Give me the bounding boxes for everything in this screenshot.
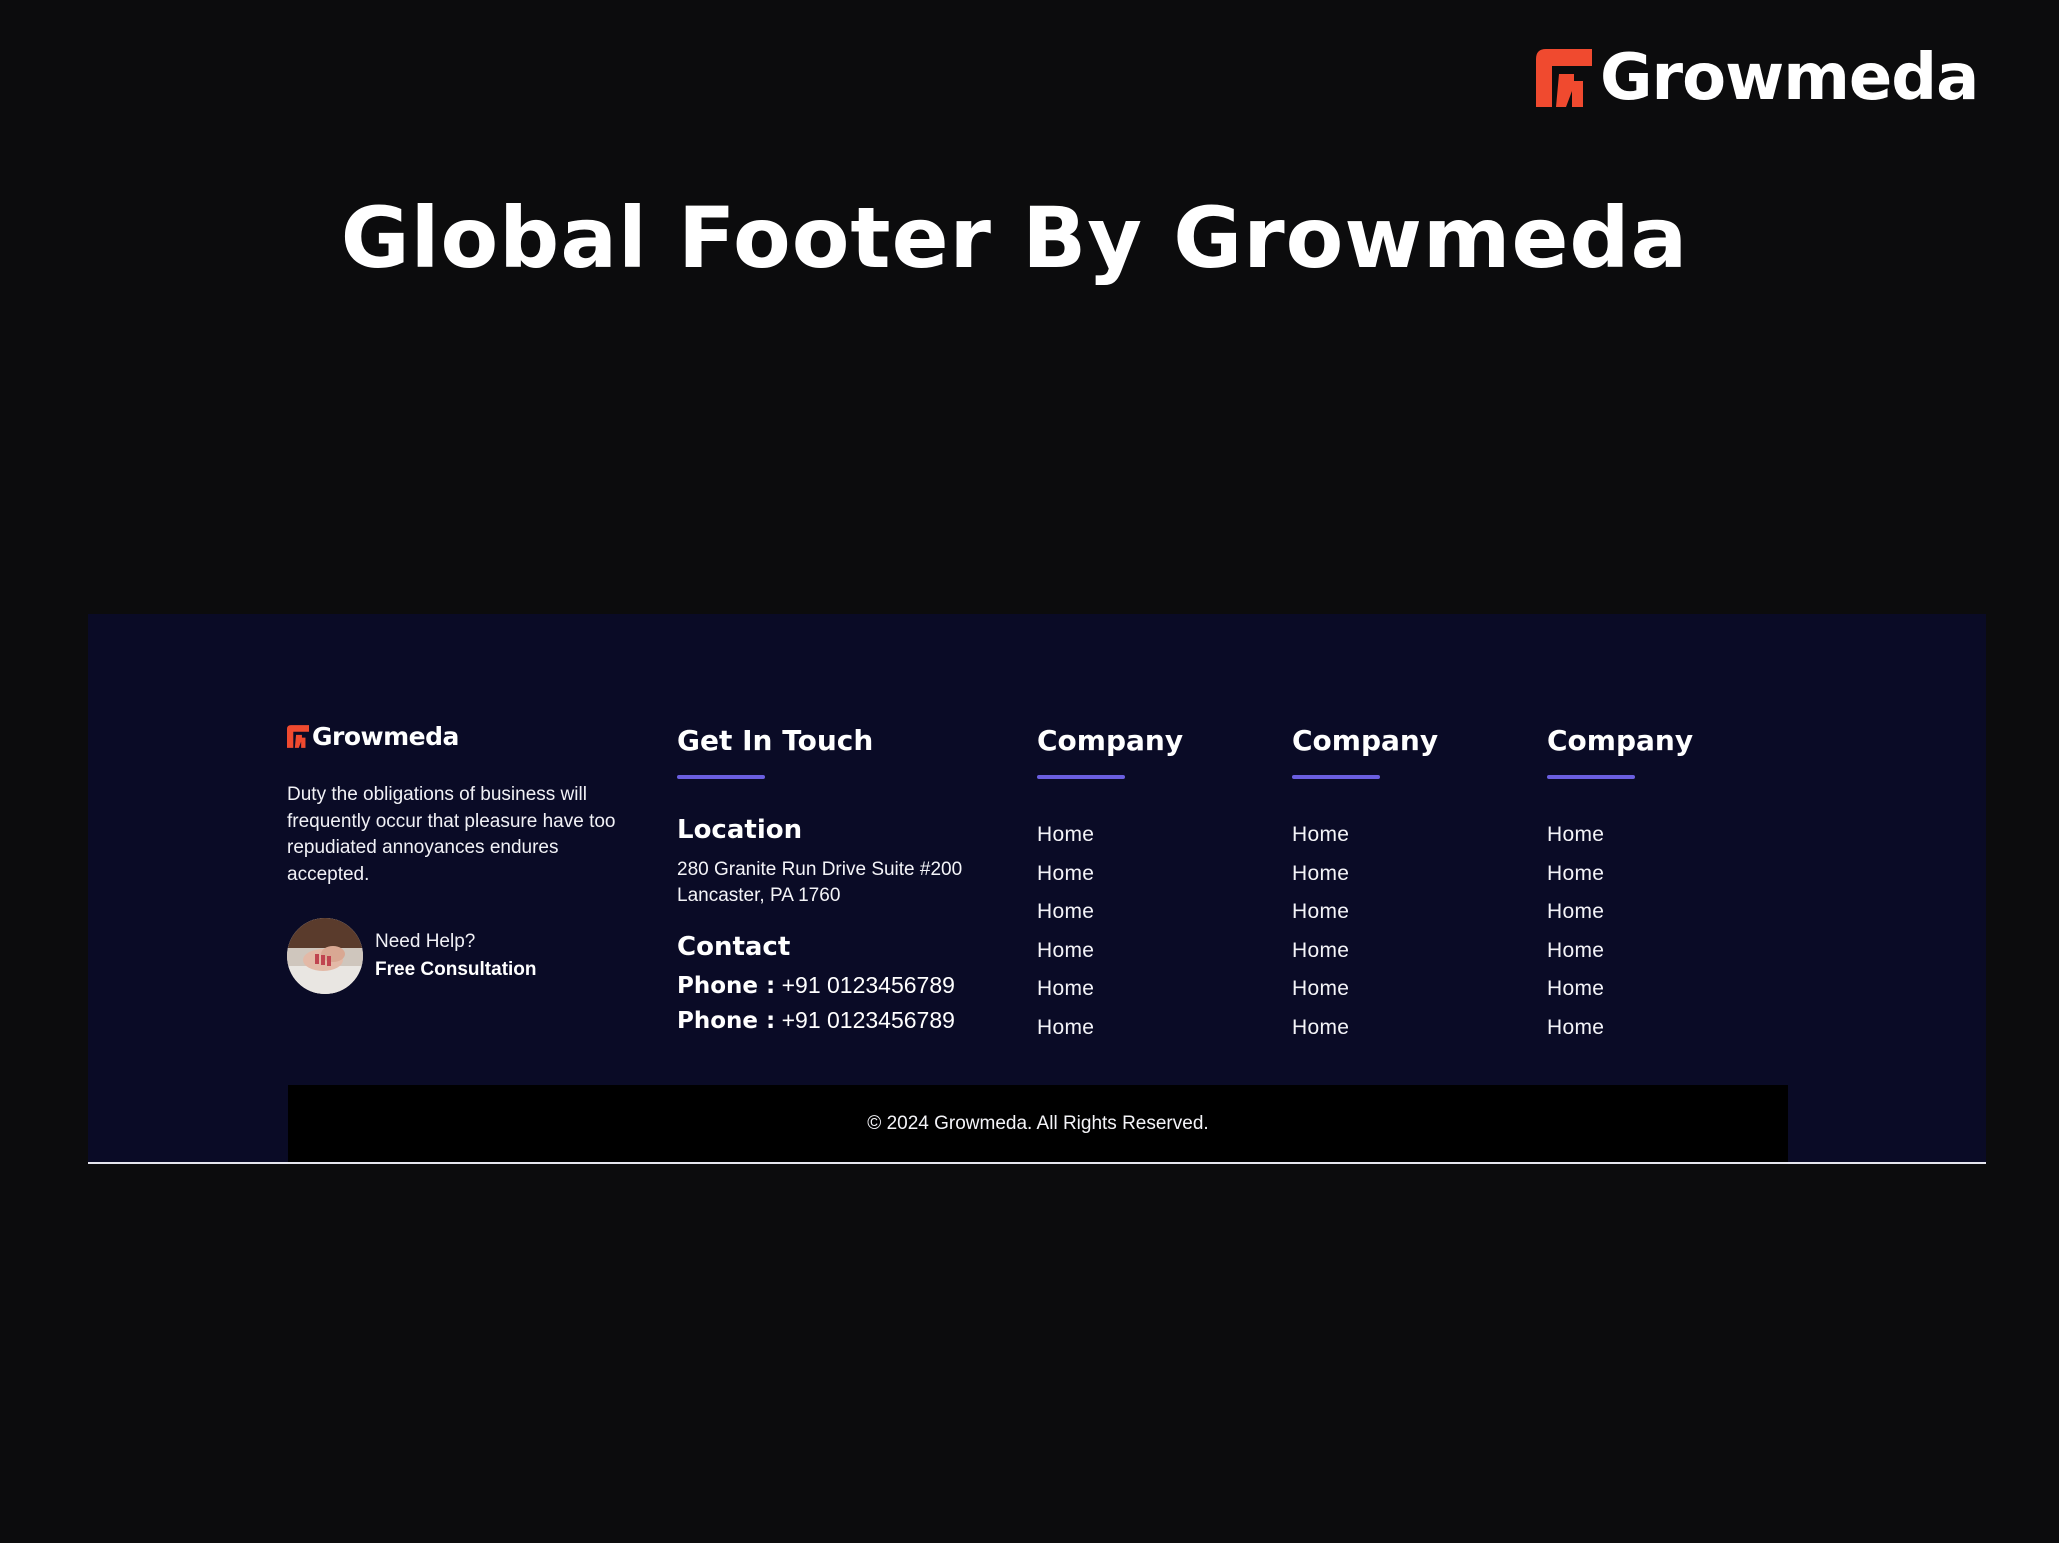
footer-link-home[interactable]: Home — [1292, 816, 1438, 855]
footer-link-list: Home Home Home Home Home Home — [1037, 816, 1183, 1047]
company-heading: Company — [1037, 724, 1184, 757]
page-title: Global Footer By Growmeda — [340, 189, 1689, 287]
footer-links-column: Company Home Home Home Home Home Home — [1292, 724, 1438, 1047]
footer-links-column: Company Home Home Home Home Home Home — [1547, 724, 1693, 1047]
location-heading: Location — [677, 815, 803, 845]
footer-link-home[interactable]: Home — [1292, 855, 1438, 894]
heading-underline — [1292, 775, 1380, 779]
footer-link-home[interactable]: Home — [1292, 932, 1438, 971]
page: Growmeda Global Footer By Growmeda Growm… — [0, 0, 2059, 1543]
growmeda-logo-icon — [1536, 49, 1592, 107]
footer-contact-column: Get In Touch Location 280 Granite Run Dr… — [677, 724, 1007, 1038]
footer-link-home[interactable]: Home — [1037, 855, 1183, 894]
footer-link-home[interactable]: Home — [1547, 932, 1693, 971]
avatar — [287, 918, 363, 994]
footer-link-home[interactable]: Home — [1292, 893, 1438, 932]
footer-link-home[interactable]: Home — [1037, 893, 1183, 932]
footer-link-home[interactable]: Home — [1037, 816, 1183, 855]
growmeda-logo-icon — [287, 725, 309, 748]
contact-heading: Contact — [677, 932, 791, 962]
footer-link-home[interactable]: Home — [1547, 893, 1693, 932]
phone-number[interactable]: +91 0123456789 — [782, 972, 955, 998]
footer-description: Duty the obligations of business will fr… — [287, 784, 616, 885]
address: 280 Granite Run Drive Suite #200 Lancast… — [677, 857, 1007, 909]
phone-label: Phone : — [677, 1008, 776, 1034]
heading-underline — [1547, 775, 1635, 779]
phone-label: Phone : — [677, 973, 776, 999]
footer-link-home[interactable]: Home — [1292, 1009, 1438, 1048]
free-consultation-link[interactable]: Free Consultation — [375, 956, 537, 984]
get-in-touch-heading: Get In Touch — [677, 724, 874, 757]
brand-logo[interactable]: Growmeda — [1536, 41, 1979, 115]
help-question: Need Help? — [375, 931, 476, 952]
company-heading: Company — [1547, 724, 1694, 757]
footer-brand-column: Growmeda Duty the obligations of busines… — [287, 724, 627, 994]
footer-link-home[interactable]: Home — [1037, 932, 1183, 971]
heading-underline — [1037, 775, 1125, 779]
footer-link-list: Home Home Home Home Home Home — [1547, 816, 1693, 1047]
footer-logo[interactable]: Growmeda — [287, 724, 627, 749]
phone-line[interactable]: Phone : +91 0123456789 — [677, 968, 1007, 1003]
phone-number[interactable]: +91 0123456789 — [782, 1007, 955, 1033]
footer-link-list: Home Home Home Home Home Home — [1292, 816, 1438, 1047]
footer-links-column: Company Home Home Home Home Home Home — [1037, 724, 1183, 1047]
footer-link-home[interactable]: Home — [1547, 855, 1693, 894]
footer-link-home[interactable]: Home — [1037, 1009, 1183, 1048]
address-line-1: 280 Granite Run Drive Suite #200 — [677, 859, 963, 880]
company-heading: Company — [1292, 724, 1439, 757]
heading-underline — [677, 775, 765, 779]
footer-link-home[interactable]: Home — [1547, 970, 1693, 1009]
footer-link-home[interactable]: Home — [1547, 1009, 1693, 1048]
address-line-2: Lancaster, PA 1760 — [677, 885, 841, 906]
footer: Growmeda Duty the obligations of busines… — [88, 614, 1986, 1164]
brand-wordmark: Growmeda — [1600, 41, 1979, 115]
copyright-text: © 2024 Growmeda. All Rights Reserved. — [867, 1112, 1209, 1134]
footer-link-home[interactable]: Home — [1037, 970, 1183, 1009]
avatar-hands-image — [287, 918, 363, 994]
phone-line[interactable]: Phone : +91 0123456789 — [677, 1003, 1007, 1038]
footer-link-home[interactable]: Home — [1547, 816, 1693, 855]
help-consultation[interactable]: Need Help? Free Consultation — [287, 918, 627, 994]
footer-logo-text: Growmeda — [312, 722, 459, 751]
footer-link-home[interactable]: Home — [1292, 970, 1438, 1009]
copyright-bar: © 2024 Growmeda. All Rights Reserved. — [288, 1085, 1788, 1162]
